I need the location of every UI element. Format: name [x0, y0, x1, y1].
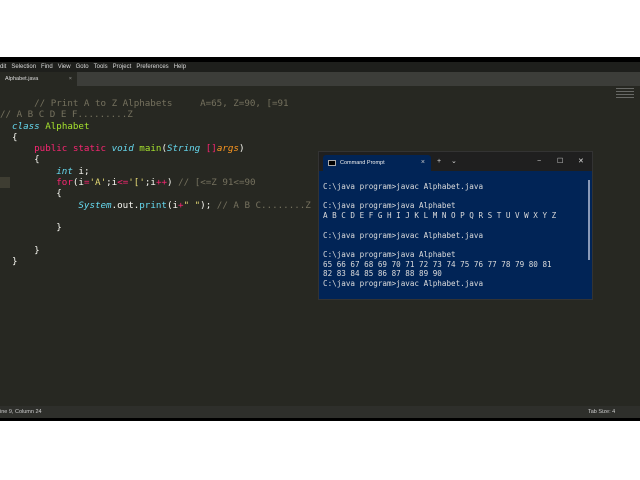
menu-edit[interactable]: dit [0, 62, 6, 72]
close-tab-icon[interactable]: × [69, 72, 72, 86]
code-line: { [12, 132, 18, 143]
menu-bar: dit Selection Find View Goto Tools Proje… [0, 62, 640, 72]
code-line: int i; [56, 166, 90, 177]
menu-find[interactable]: Find [41, 62, 53, 72]
menu-project[interactable]: Project [113, 62, 132, 72]
terminal-line: C:\java program>javac Alphabet.java [323, 279, 484, 289]
command-prompt-window[interactable]: Command Prompt × + ⌄ − ☐ ✕ C:\java progra… [318, 151, 593, 300]
terminal-tab-label: Command Prompt [340, 160, 385, 166]
terminal-line: C:\java program>javac Alphabet.java [323, 230, 484, 240]
code-line: // A B C D E F.........Z [0, 109, 133, 120]
terminal-line: C:\java program>javac Alphabet.java [323, 182, 484, 191]
close-tab-icon[interactable]: × [421, 155, 425, 171]
code-line: class Alphabet [12, 121, 90, 132]
close-window-button[interactable]: ✕ [578, 152, 584, 171]
tab-label: Alphabet.java [5, 76, 39, 82]
maximize-button[interactable]: ☐ [557, 152, 563, 171]
status-bar: ine 9, Column 24 Tab Size: 4 [0, 406, 640, 418]
dropdown-button[interactable]: ⌄ [451, 152, 457, 171]
bottom-border [0, 418, 640, 421]
menu-selection[interactable]: Selection [11, 62, 36, 72]
tab-alphabet-java[interactable]: Alphabet.java × [0, 72, 77, 86]
new-tab-button[interactable]: + [437, 152, 441, 171]
terminal-line: A B C D E F G H I J K L M N O P Q R S T … [323, 211, 557, 221]
code-line: // Print A to Z Alphabets A=65, Z=90, [=… [12, 98, 289, 109]
tab-bar: Alphabet.java × [0, 72, 640, 86]
menu-tools[interactable]: Tools [94, 62, 108, 72]
menu-preferences[interactable]: Preferences [136, 62, 168, 72]
code-line: { [12, 188, 62, 199]
terminal-output: C:\java program>javac Alphabet.java C:\j… [319, 171, 592, 289]
code-line: System.out.print(i+" "); // A B C.......… [78, 200, 311, 211]
terminal-icon [328, 160, 336, 166]
terminal-line: C:\java program>java Alphabet [323, 201, 456, 211]
code-line: } [12, 256, 18, 267]
terminal-line: C:\java program>java Alphabet [323, 249, 456, 259]
tab-size[interactable]: Tab Size: 4 [588, 406, 615, 418]
terminal-title-bar[interactable]: Command Prompt × + ⌄ − ☐ ✕ [319, 152, 592, 171]
terminal-line: 65 66 67 68 69 70 71 72 73 74 75 76 77 7… [323, 259, 552, 269]
terminal-scrollbar[interactable] [588, 180, 590, 260]
code-line: } [12, 245, 40, 256]
menu-help[interactable]: Help [174, 62, 186, 72]
menu-goto[interactable]: Goto [76, 62, 89, 72]
cursor-position: ine 9, Column 24 [0, 409, 42, 415]
minimap[interactable] [616, 88, 634, 100]
terminal-tab[interactable]: Command Prompt × [323, 155, 431, 171]
code-line: } [12, 222, 62, 233]
code-line: { [12, 154, 40, 165]
minimize-button[interactable]: − [537, 152, 541, 171]
current-line-gutter [0, 177, 10, 188]
code-line: for(i='A';i<='[';i++) // [<=Z 91<=90 [56, 177, 256, 188]
menu-view[interactable]: View [58, 62, 71, 72]
code-line: public static void main(String []args) [34, 143, 245, 154]
terminal-line: 82 83 84 85 86 87 88 89 90 [323, 269, 442, 279]
